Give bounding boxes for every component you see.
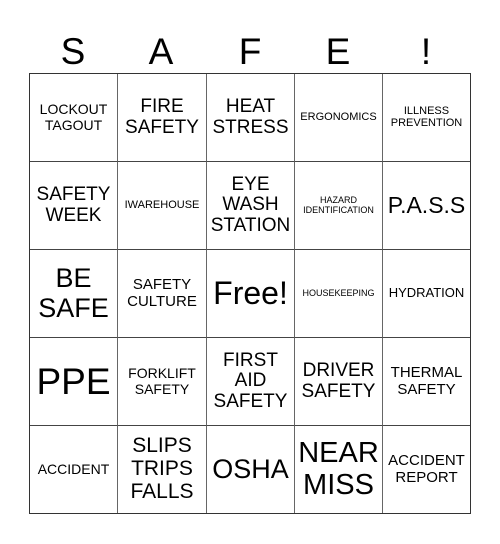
bingo-cell[interactable]: P.A.S.S [383,162,470,250]
bingo-cell-label: ERGONOMICS [300,110,377,123]
bingo-cell-label: IWAREHOUSE [124,198,200,211]
bingo-cell[interactable]: ACCIDENT [30,426,118,513]
bingo-cell-label: ILLNESS PREVENTION [390,104,463,129]
bingo-cell-label: ACCIDENT [37,460,110,477]
bingo-cell[interactable]: LOCKOUT TAGOUT [30,74,118,162]
bingo-cell[interactable]: HAZARD IDENTIFICATION [295,162,383,250]
bingo-cell-label: HAZARD IDENTIFICATION [303,194,374,215]
bingo-cell-label: OSHA [212,453,289,484]
bingo-cell[interactable]: HEAT STRESS [207,74,295,162]
bingo-cell-label: FORKLIFT SAFETY [128,365,196,397]
header-letter-a: A [148,31,174,72]
bingo-cell-label: Free! [213,275,288,312]
bingo-cell-label: FIRST AID SAFETY [213,349,288,412]
bingo-cell-label: P.A.S.S [387,192,466,219]
bingo-cell-label: HEAT STRESS [212,95,289,138]
bingo-cell-label: DRIVER SAFETY [301,359,376,402]
bingo-cell[interactable]: PPE [30,338,118,426]
header-letter-s: S [60,31,86,72]
bingo-cell-label: HYDRATION [388,285,465,301]
bingo-cell[interactable]: FIRST AID SAFETY [207,338,295,426]
bingo-cell-label: NEAR MISS [298,437,379,501]
bingo-cell[interactable]: EYE WASH STATION [207,162,295,250]
bingo-cell[interactable]: HYDRATION [383,250,470,338]
bingo-cell[interactable]: ILLNESS PREVENTION [383,74,470,162]
bingo-cell[interactable]: FIRE SAFETY [118,74,207,162]
bingo-cell-label: BE SAFE [38,263,109,323]
bingo-cell[interactable]: HOUSEKEEPING [295,250,383,338]
header-letter-e: E [325,31,351,72]
bingo-cell[interactable]: SAFETY CULTURE [118,250,207,338]
bingo-cell[interactable]: OSHA [207,426,295,513]
bingo-cell-label: LOCKOUT TAGOUT [39,101,108,133]
bingo-cell[interactable]: DRIVER SAFETY [295,338,383,426]
header-letter-exclamation: ! [420,31,432,72]
bingo-cell-label: SLIPS TRIPS FALLS [130,434,194,503]
bingo-cell-label: THERMAL SAFETY [390,364,463,398]
bingo-cell[interactable]: FORKLIFT SAFETY [118,338,207,426]
bingo-cell[interactable]: ACCIDENT REPORT [383,426,470,513]
header-letter-f: F [238,31,262,72]
bingo-cell[interactable]: IWAREHOUSE [118,162,207,250]
bingo-cell-label: PPE [36,360,111,402]
bingo-cell-label: HOUSEKEEPING [302,287,375,298]
bingo-cell-label: SAFETY CULTURE [127,276,197,310]
bingo-cell[interactable]: ERGONOMICS [295,74,383,162]
bingo-cell-label: EYE WASH STATION [210,173,291,236]
bingo-cell[interactable]: SAFETY WEEK [30,162,118,250]
bingo-cell[interactable]: Free! [207,250,295,338]
bingo-cell[interactable]: SLIPS TRIPS FALLS [118,426,207,513]
bingo-cell-label: ACCIDENT REPORT [388,452,465,486]
bingo-cell-label: FIRE SAFETY [125,95,199,138]
bingo-cell[interactable]: THERMAL SAFETY [383,338,470,426]
bingo-cell-label: SAFETY WEEK [36,183,111,226]
bingo-grid: LOCKOUT TAGOUT FIRE SAFETY HEAT STRESS ERGONOM… [29,73,471,514]
bingo-cell[interactable]: NEAR MISS [295,426,383,513]
bingo-cell[interactable]: BE SAFE [30,250,118,338]
